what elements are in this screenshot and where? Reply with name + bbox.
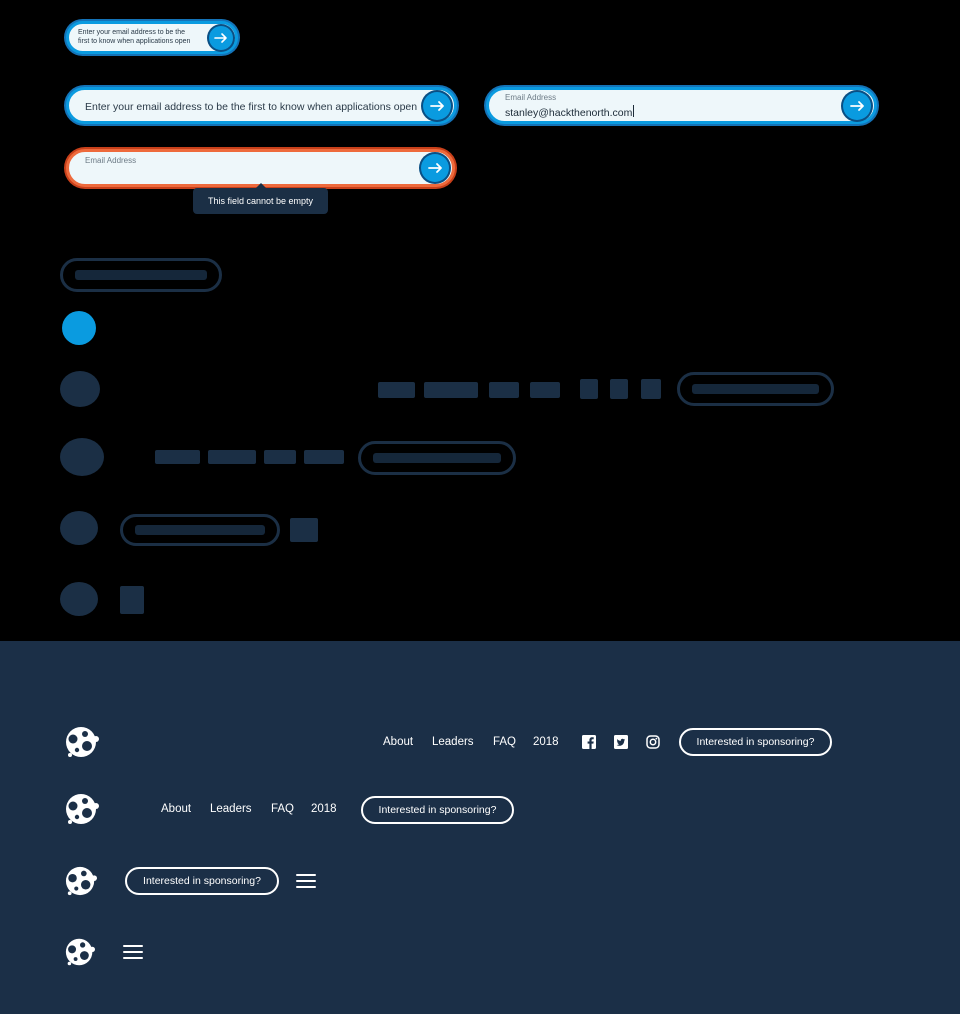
instagram-icon[interactable] <box>646 735 660 749</box>
nav-link-2018[interactable]: 2018 <box>533 736 559 748</box>
email-placeholder-line-2: first to know when applications open <box>78 38 191 45</box>
ghost-block <box>424 382 478 398</box>
nav-link-about[interactable]: About <box>161 803 191 815</box>
email-field-value: stanley@hackthenorth.com <box>505 105 635 119</box>
twitter-icon[interactable] <box>614 735 628 749</box>
email-input-small[interactable]: Enter your email address to be the first… <box>66 21 238 54</box>
submit-button[interactable] <box>421 154 449 182</box>
hack-the-north-logo-icon[interactable] <box>64 725 100 759</box>
email-input-filled[interactable]: Email Address stanley@hackthenorth.com <box>486 87 877 124</box>
email-placeholder: Enter your email address to be the first… <box>85 101 418 113</box>
submit-button[interactable] <box>209 25 233 50</box>
arrow-right-icon <box>428 163 442 173</box>
submit-button[interactable] <box>843 91 871 120</box>
arrow-right-icon <box>430 100 444 111</box>
sponsor-button[interactable]: Interested in sponsoring? <box>125 867 279 895</box>
sponsor-button[interactable]: Interested in sponsoring? <box>361 796 514 824</box>
ghost-block <box>208 450 256 464</box>
ghost-block <box>304 450 344 464</box>
ghost-circle-accent <box>62 311 96 345</box>
ghost-logo <box>60 438 104 476</box>
hamburger-menu-icon[interactable] <box>296 874 316 888</box>
ghost-block <box>264 450 296 464</box>
arrow-right-icon <box>850 100 864 111</box>
ghost-block <box>610 379 628 399</box>
nav-link-faq[interactable]: FAQ <box>493 736 516 748</box>
ghost-block <box>530 382 560 398</box>
ghost-logo <box>60 371 100 407</box>
ghost-pill <box>677 372 834 406</box>
ghost-block <box>489 382 519 398</box>
ghost-pill <box>120 514 280 546</box>
nav-link-leaders[interactable]: Leaders <box>210 803 252 815</box>
hack-the-north-logo-icon[interactable] <box>64 792 100 826</box>
footer: About Leaders FAQ 2018 Interested in spo… <box>0 641 960 1014</box>
email-field-label: Email Address <box>505 93 557 102</box>
hack-the-north-logo-icon[interactable] <box>64 937 96 967</box>
nav-link-faq[interactable]: FAQ <box>271 803 294 815</box>
nav-link-about[interactable]: About <box>383 736 413 748</box>
nav-link-leaders[interactable]: Leaders <box>432 736 474 748</box>
email-placeholder-line-1: Enter your email address to be the <box>78 29 186 36</box>
submit-button[interactable] <box>423 91 451 120</box>
sponsor-button[interactable]: Interested in sponsoring? <box>679 728 832 756</box>
ghost-block <box>378 382 415 398</box>
facebook-icon[interactable] <box>582 735 596 749</box>
ghost-logo <box>60 511 98 545</box>
ghost-block <box>290 518 318 542</box>
nav-link-2018[interactable]: 2018 <box>311 803 337 815</box>
ghost-block <box>641 379 661 399</box>
arrow-right-icon <box>214 32 227 43</box>
ghost-block <box>155 450 200 464</box>
error-tooltip: This field cannot be empty <box>193 183 328 214</box>
email-field-label: Email Address <box>85 156 137 165</box>
hamburger-menu-icon[interactable] <box>123 945 143 959</box>
ghost-block <box>120 586 144 614</box>
ghost-logo <box>60 582 98 616</box>
ghost-pill <box>358 441 516 475</box>
hack-the-north-logo-icon[interactable] <box>64 865 98 897</box>
email-input-error[interactable]: Email Address <box>66 149 455 187</box>
ghost-pill <box>60 258 222 292</box>
ghost-block <box>580 379 598 399</box>
email-input-large[interactable]: Enter your email address to be the first… <box>66 87 457 124</box>
